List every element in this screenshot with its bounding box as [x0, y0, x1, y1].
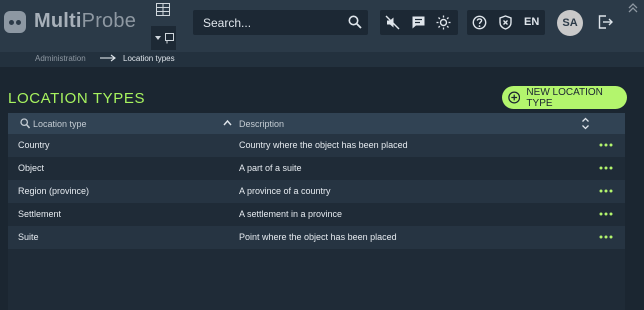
search-icon[interactable] — [20, 118, 30, 129]
breadcrumb: Administration Location types — [0, 52, 644, 67]
message-icon — [165, 32, 174, 43]
cell-location-type: Region (province) — [18, 186, 90, 196]
language-switch[interactable]: EN — [524, 16, 539, 28]
cell-description: A province of a country — [239, 186, 331, 196]
sort-up-icon[interactable] — [223, 119, 232, 127]
cell-description: A part of a suite — [239, 163, 302, 173]
shield-icon[interactable] — [498, 15, 513, 30]
cell-description: A settlement in a province — [239, 209, 343, 219]
sort-icon[interactable] — [581, 117, 590, 130]
more-horizontal-icon[interactable] — [599, 186, 613, 196]
cell-location-type: Settlement — [18, 209, 62, 219]
notification-tools — [380, 10, 458, 35]
search-box[interactable]: Search... — [193, 10, 368, 35]
arrow-right-icon — [100, 54, 116, 62]
search-icon[interactable] — [348, 15, 362, 29]
brand-name: MultiProbe — [34, 10, 137, 32]
column-header-description[interactable]: Description — [239, 119, 284, 129]
top-bar: MultiProbe Search... EN SA — [0, 0, 644, 52]
table-row[interactable]: Region (province) A province of a countr… — [8, 180, 625, 203]
table-header: Location type Description — [8, 113, 625, 134]
help-icon[interactable] — [472, 15, 487, 30]
column-header-location-type[interactable]: Location type — [33, 119, 87, 129]
table-row[interactable]: Country Country where the object has bee… — [8, 134, 625, 157]
more-horizontal-icon[interactable] — [599, 163, 613, 173]
search-input[interactable]: Search... — [203, 16, 251, 30]
more-horizontal-icon[interactable] — [599, 140, 613, 150]
layout-grid-icon[interactable] — [156, 3, 170, 16]
mute-icon[interactable] — [385, 15, 400, 30]
account-tools: EN — [467, 10, 545, 35]
breadcrumb-current: Location types — [123, 54, 175, 63]
cell-location-type: Country — [18, 140, 50, 150]
new-location-type-label: NEW LOCATION TYPE — [526, 86, 603, 109]
plus-circle-icon — [508, 91, 521, 104]
sun-icon[interactable] — [436, 15, 451, 30]
location-types-table: Location type Description Country Countr… — [8, 113, 625, 310]
table-row[interactable]: Suite Point where the object has been pl… — [8, 226, 625, 249]
table-row[interactable]: Settlement A settlement in a province — [8, 203, 625, 226]
cell-location-type: Object — [18, 163, 45, 173]
more-horizontal-icon[interactable] — [599, 232, 613, 242]
cell-description: Country where the object has been placed — [239, 140, 408, 150]
table-row[interactable]: Object A part of a suite — [8, 157, 625, 180]
logout-icon[interactable] — [598, 15, 614, 29]
message-icon[interactable] — [411, 15, 426, 30]
page-title: LOCATION TYPES — [8, 90, 146, 107]
cell-description: Point where the object has been placed — [239, 232, 397, 242]
main-content: LOCATION TYPES NEW LOCATION TYPE Locatio… — [0, 67, 644, 310]
chevrons-up-icon[interactable] — [627, 2, 639, 14]
breadcrumb-administration[interactable]: Administration — [35, 54, 86, 63]
cell-location-type: Suite — [18, 232, 39, 242]
more-horizontal-icon[interactable] — [599, 209, 613, 219]
avatar[interactable]: SA — [557, 10, 583, 36]
multiprobe-logo-icon — [4, 11, 26, 33]
view-dropdown-button[interactable] — [151, 26, 176, 50]
new-location-type-button[interactable]: NEW LOCATION TYPE — [502, 86, 627, 109]
chevron-down-icon — [155, 36, 161, 40]
